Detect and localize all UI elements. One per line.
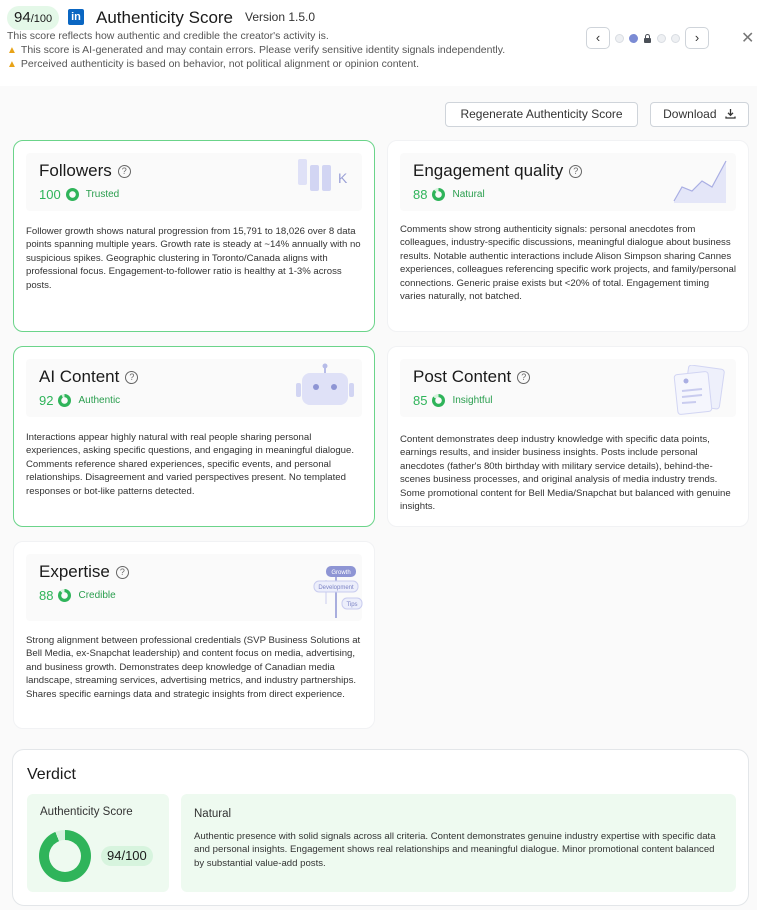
score-value: 92: [39, 393, 54, 408]
verdict-title: Verdict: [27, 766, 76, 783]
score-value: 85: [413, 393, 428, 408]
post-content-card: Post Content? 85 Insightful Content demo…: [387, 346, 749, 527]
help-icon[interactable]: ?: [115, 566, 129, 579]
engagement-chart-illustration: [673, 160, 727, 203]
card-title: Followers?: [39, 161, 131, 181]
overall-score-max: /100: [30, 13, 53, 25]
expertise-tags-illustration: Growth Development Tips: [313, 566, 363, 618]
warning-text: Perceived authenticity is based on behav…: [20, 58, 419, 70]
score-row: 85 Insightful: [413, 393, 493, 408]
card-title: Engagement quality?: [413, 161, 583, 181]
warning-line: ▲ This score is AI-generated and may cont…: [7, 44, 505, 56]
download-button[interactable]: Download: [650, 102, 749, 127]
page-dots: [615, 33, 680, 43]
card-header: AI Content? 92 Authentic: [26, 359, 362, 417]
verdict-score-panel: Authenticity Score 94/100: [27, 794, 169, 892]
close-icon[interactable]: ✕: [741, 28, 754, 48]
ai-content-card: AI Content? 92 Authentic Interactions ap…: [13, 346, 375, 527]
page-dot[interactable]: [671, 33, 680, 43]
verdict-donut-icon: [39, 830, 91, 882]
pager: ‹ ›: [586, 27, 709, 49]
score-row: 100 Trusted: [39, 187, 119, 202]
tag-development: Development: [318, 585, 354, 591]
help-icon[interactable]: ?: [569, 165, 583, 178]
warning-triangle-icon: ▲: [7, 59, 17, 70]
download-icon: [725, 109, 736, 119]
card-body: Strong alignment between professional cr…: [26, 635, 361, 700]
score-value: 88: [413, 187, 428, 202]
overall-score-value: 94: [14, 9, 31, 26]
expertise-card: Expertise? 88 Credible Growth Developmen…: [13, 541, 375, 729]
version-label: Version 1.5.0: [245, 10, 316, 24]
warning-triangle-icon: ▲: [7, 45, 17, 56]
header: 94/100 in Authenticity Score Version 1.5…: [0, 0, 757, 78]
card-header: Engagement quality? 88 Natural: [400, 153, 736, 211]
verdict-summary-panel: Natural Authentic presence with solid si…: [181, 794, 736, 892]
score-ring-icon: [65, 188, 79, 201]
score-row: 92 Authentic: [39, 393, 120, 408]
engagement-card: Engagement quality? 88 Natural Comments …: [387, 140, 749, 332]
card-header: Expertise? 88 Credible Growth Developmen…: [26, 554, 363, 621]
page-title: Authenticity Score: [96, 8, 234, 27]
score-label: Authentic: [78, 395, 121, 406]
prev-button[interactable]: ‹: [586, 27, 610, 49]
warning-line: ▲ Perceived authenticity is based on beha…: [7, 58, 419, 70]
score-label: Natural: [452, 189, 485, 200]
next-button[interactable]: ›: [685, 27, 709, 49]
score-ring-icon: [58, 589, 72, 602]
verdict-score-label: Authenticity Score: [40, 806, 133, 818]
post-documents-illustration: [673, 365, 725, 415]
illustration-label: K: [338, 170, 348, 186]
help-icon[interactable]: ?: [125, 371, 139, 384]
score-value: 88: [39, 588, 54, 603]
card-body: Content demonstrates deep industry knowl…: [400, 434, 731, 513]
verdict-category: Natural: [194, 808, 232, 820]
card-body: Follower growth shows natural progressio…: [26, 226, 361, 291]
score-label: Credible: [78, 590, 116, 601]
help-icon[interactable]: ?: [517, 371, 531, 384]
regenerate-button[interactable]: Regenerate Authenticity Score: [445, 102, 638, 127]
subtitle: This score reflects how authentic and cr…: [7, 30, 329, 42]
card-header: Followers? 100 Trusted K: [26, 153, 362, 211]
page-dot-active[interactable]: [629, 33, 638, 43]
score-value: 100: [39, 187, 61, 202]
score-label: Trusted: [85, 189, 120, 200]
linkedin-icon: in: [68, 9, 84, 25]
robot-illustration: [296, 363, 354, 405]
card-title: AI Content?: [39, 367, 139, 387]
lock-icon: [643, 33, 652, 43]
followers-card: Followers? 100 Trusted K Follower growth…: [13, 140, 375, 332]
score-ring-icon: [432, 188, 446, 201]
score-label: Insightful: [452, 395, 493, 406]
score-ring-icon: [432, 394, 446, 407]
score-row: 88 Natural: [413, 187, 485, 202]
score-ring-icon: [58, 394, 72, 407]
verdict-text: Authentic presence with solid signals ac…: [194, 831, 716, 869]
overall-score-badge: 94/100: [7, 6, 60, 30]
verdict-section: Verdict Authenticity Score 94/100 Natura…: [12, 749, 749, 906]
followers-illustration: K: [298, 159, 348, 191]
warning-text: This score is AI-generated and may conta…: [20, 44, 506, 56]
score-row: 88 Credible: [39, 588, 116, 603]
page-dot[interactable]: [657, 33, 666, 43]
tag-growth: Growth: [331, 570, 350, 576]
card-body: Comments show strong authenticity signal…: [400, 224, 736, 303]
card-header: Post Content? 85 Insightful: [400, 359, 736, 417]
card-title: Expertise?: [39, 562, 129, 582]
card-title: Post Content?: [413, 367, 531, 387]
verdict-score-value: 94/100: [101, 846, 153, 866]
download-label: Download: [663, 107, 717, 121]
tag-tips: Tips: [346, 602, 357, 608]
help-icon[interactable]: ?: [117, 165, 131, 178]
page-dot[interactable]: [615, 33, 624, 43]
card-body: Interactions appear highly natural with …: [26, 432, 355, 497]
